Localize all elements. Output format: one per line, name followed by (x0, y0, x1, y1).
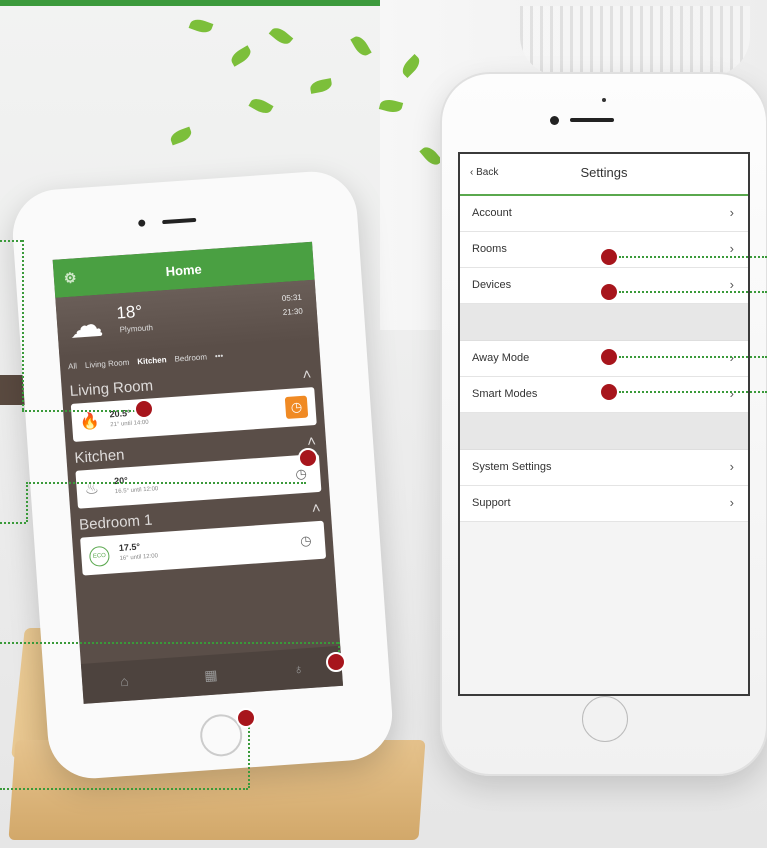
speaker (162, 217, 197, 225)
leader-line (619, 391, 767, 393)
home-screen: ⚙ Home ☁ 18° Plymouth 05:31 21:30 All Li… (52, 241, 344, 704)
page-title: Settings (580, 165, 628, 180)
camera (138, 219, 146, 227)
leader-line (0, 642, 338, 644)
more-icon[interactable]: ••• (215, 351, 224, 361)
room-name: Kitchen (73, 446, 126, 467)
speaker (570, 118, 614, 122)
settings-screen: ‹ Back Settings Account › Rooms › Device… (458, 152, 750, 696)
leader-line (22, 410, 142, 412)
leader-line (619, 356, 767, 358)
flame-icon: 🔥 (79, 413, 101, 432)
settings-header: ‹ Back Settings (460, 154, 748, 196)
leader-line (0, 788, 248, 790)
chevron-right-icon: › (729, 495, 734, 510)
left-phone: ⚙ Home ☁ 18° Plymouth 05:31 21:30 All Li… (9, 168, 396, 782)
annotation-marker (599, 347, 619, 367)
annotation-marker (326, 652, 346, 672)
settings-item-system-settings[interactable]: System Settings › (460, 450, 748, 486)
item-label: Rooms (472, 243, 507, 255)
chevron-up-icon[interactable]: ˄ (311, 500, 321, 518)
section-divider (460, 304, 748, 341)
gear-icon[interactable]: ⚙ (63, 269, 77, 287)
camera (550, 116, 559, 125)
annotation-marker (134, 399, 154, 419)
leader-line (248, 720, 250, 788)
chevron-right-icon: › (729, 241, 734, 256)
room-schedule: 16.5° until 12:00 (114, 486, 159, 496)
room-name: Bedroom 1 (78, 511, 153, 534)
header-title: Home (165, 261, 203, 279)
room-temp: 20° (113, 475, 129, 487)
eco-icon: ECO (88, 545, 111, 568)
bulb-icon[interactable]: ♁ (293, 660, 305, 677)
chevron-up-icon[interactable]: ˄ (302, 366, 312, 384)
tab-living-room[interactable]: Living Room (85, 357, 130, 369)
room-temp: 17.5° (118, 541, 141, 553)
chevron-right-icon: › (729, 277, 734, 292)
location: Plymouth (119, 323, 154, 335)
leader-line (26, 482, 306, 484)
right-phone: ‹ Back Settings Account › Rooms › Device… (440, 72, 767, 776)
leader-line (619, 256, 767, 258)
room-schedule: 16° until 12:00 (119, 553, 159, 562)
chevron-right-icon: › (729, 459, 734, 474)
annotation-marker (599, 247, 619, 267)
tab-all[interactable]: All (68, 361, 77, 371)
leader-line (619, 291, 767, 293)
item-label: Away Mode (472, 352, 530, 364)
item-label: Account (472, 207, 512, 219)
background-lamp (520, 6, 750, 76)
timer-icon[interactable]: ◷ (294, 529, 317, 552)
annotation-marker (298, 448, 318, 468)
home-icon[interactable]: ⌂ (120, 673, 130, 690)
timer-icon[interactable]: ◷ (284, 395, 309, 420)
settings-item-account[interactable]: Account › (460, 196, 748, 232)
leader-line (26, 482, 28, 522)
section-divider (460, 413, 748, 450)
tab-bedroom[interactable]: Bedroom (174, 352, 207, 363)
room-name: Living Room (69, 377, 154, 401)
annotation-marker (599, 382, 619, 402)
chevron-right-icon: › (729, 205, 734, 220)
sensor (602, 98, 606, 102)
item-label: System Settings (472, 461, 552, 473)
annotation-marker (599, 282, 619, 302)
leader-line (22, 240, 24, 410)
annotation-marker (236, 708, 256, 728)
leader-line (0, 522, 26, 524)
home-button[interactable] (582, 696, 628, 742)
bottom-nav: ⌂ ▦ ♁ (80, 645, 344, 704)
cloud-icon: ☁ (68, 305, 105, 346)
outdoor-temp: 18° (115, 301, 143, 323)
leader-line (0, 240, 22, 242)
tab-kitchen[interactable]: Kitchen (137, 355, 167, 366)
sun-times: 05:31 21:30 (281, 292, 304, 317)
room-schedule: 21° until 14:00 (110, 419, 149, 429)
item-label: Support (472, 497, 511, 509)
settings-item-support[interactable]: Support › (460, 486, 748, 522)
grid-icon[interactable]: ▦ (204, 666, 218, 684)
item-label: Smart Modes (472, 388, 538, 400)
chevron-right-icon: › (729, 386, 734, 401)
item-label: Devices (472, 279, 512, 291)
